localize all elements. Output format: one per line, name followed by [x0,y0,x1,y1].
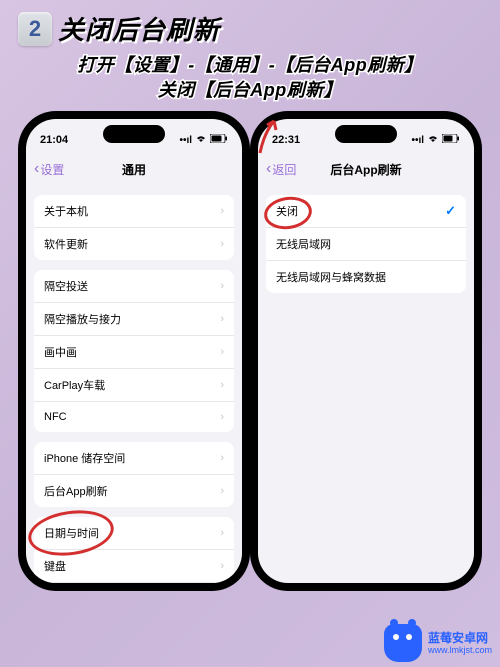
back-button[interactable]: ‹ 返回 [266,161,296,178]
row-label: 键盘 [44,558,66,574]
back-label: 返回 [272,161,296,178]
wifi-icon [195,134,207,146]
battery-icon [442,134,460,146]
watermark: 蓝莓安卓网 www.lmkjst.com [384,624,492,662]
option-label: 无线局域网 [276,236,331,252]
chevron-right-icon: › [220,280,224,292]
dynamic-island [335,125,397,143]
status-time: 21:04 [40,134,68,146]
row-label: 后台App刷新 [44,483,108,499]
watermark-name: 蓝莓安卓网 [428,631,492,645]
signal-icon: ••ıl [179,135,192,146]
status-icons: ••ıl [411,134,460,146]
row-label: NFC [44,411,67,423]
row-storage[interactable]: iPhone 储存空间 › [34,442,234,475]
phone-right: 22:31 ••ıl ‹ 返回 后台App刷新 [250,111,482,591]
phone-right-screen: 22:31 ••ıl ‹ 返回 后台App刷新 [258,119,474,583]
options-group: 关闭 ✓ 无线局域网 无线局域网与蜂窝数据 [266,195,466,293]
settings-group-2: 隔空投送 › 隔空播放与接力 › 画中画 › CarPlay车载 › NFC [34,270,234,432]
dynamic-island [103,125,165,143]
phones-container: 21:04 ••ıl ‹ 设置 通用 [0,111,500,591]
chevron-right-icon: › [220,452,224,464]
instruction-line-1: 打开【设置】-【通用】-【后台App刷新】 [0,53,500,78]
settings-group-4: 日期与时间 › 键盘 › 字体 › 语言与地区 › [34,517,234,583]
chevron-left-icon: ‹ [266,161,271,177]
option-label: 无线局域网与蜂窝数据 [276,269,386,285]
chevron-right-icon: › [220,238,224,250]
phone-left: 21:04 ••ıl ‹ 设置 通用 [18,111,250,591]
nav-bar: ‹ 设置 通用 [26,153,242,185]
chevron-right-icon: › [220,346,224,358]
watermark-logo-icon [384,624,422,662]
step-header: 2 关闭后台刷新 [0,0,500,51]
row-nfc[interactable]: NFC › [34,402,234,432]
row-about[interactable]: 关于本机 › [34,195,234,228]
watermark-url: www.lmkjst.com [428,645,492,655]
row-label: 软件更新 [44,236,88,252]
row-date-time[interactable]: 日期与时间 › [34,517,234,550]
option-label: 关闭 [276,203,298,219]
row-carplay[interactable]: CarPlay车载 › [34,369,234,402]
row-label: iPhone 储存空间 [44,450,125,466]
back-button[interactable]: ‹ 设置 [34,161,64,178]
status-icons: ••ıl [179,134,228,146]
chevron-right-icon: › [220,379,224,391]
row-label: 隔空投送 [44,278,88,294]
chevron-right-icon: › [220,485,224,497]
row-background-refresh[interactable]: 后台App刷新 › [34,475,234,507]
chevron-left-icon: ‹ [34,161,39,177]
settings-group-3: iPhone 储存空间 › 后台App刷新 › [34,442,234,507]
signal-icon: ••ıl [411,135,424,146]
instruction-line-2: 关闭【后台App刷新】 [0,78,500,103]
chevron-right-icon: › [220,527,224,539]
nav-bar: ‹ 返回 后台App刷新 [258,153,474,185]
option-wifi-cellular[interactable]: 无线局域网与蜂窝数据 [266,261,466,293]
row-label: 画中画 [44,344,77,360]
step-title: 关闭后台刷新 [58,10,220,47]
row-keyboard[interactable]: 键盘 › [34,550,234,583]
settings-group-1: 关于本机 › 软件更新 › [34,195,234,260]
wifi-icon [427,134,439,146]
option-off[interactable]: 关闭 ✓ [266,195,466,228]
nav-title: 通用 [122,161,146,178]
row-airplay[interactable]: 隔空播放与接力 › [34,303,234,336]
phone-left-screen: 21:04 ••ıl ‹ 设置 通用 [26,119,242,583]
chevron-right-icon: › [220,205,224,217]
step-number-badge: 2 [18,12,52,46]
row-label: CarPlay车载 [44,377,105,393]
instruction-text: 打开【设置】-【通用】-【后台App刷新】 关闭【后台App刷新】 [0,53,500,103]
row-airdrop[interactable]: 隔空投送 › [34,270,234,303]
status-time: 22:31 [272,134,300,146]
row-label: 日期与时间 [44,525,99,541]
chevron-right-icon: › [220,560,224,572]
checkmark-icon: ✓ [445,203,456,219]
row-pip[interactable]: 画中画 › [34,336,234,369]
row-label: 隔空播放与接力 [44,311,121,327]
row-label: 关于本机 [44,203,88,219]
nav-title: 后台App刷新 [330,161,401,178]
back-label: 设置 [40,161,64,178]
battery-icon [210,134,228,146]
row-software-update[interactable]: 软件更新 › [34,228,234,260]
option-wifi[interactable]: 无线局域网 [266,228,466,261]
chevron-right-icon: › [220,313,224,325]
chevron-right-icon: › [220,411,224,423]
